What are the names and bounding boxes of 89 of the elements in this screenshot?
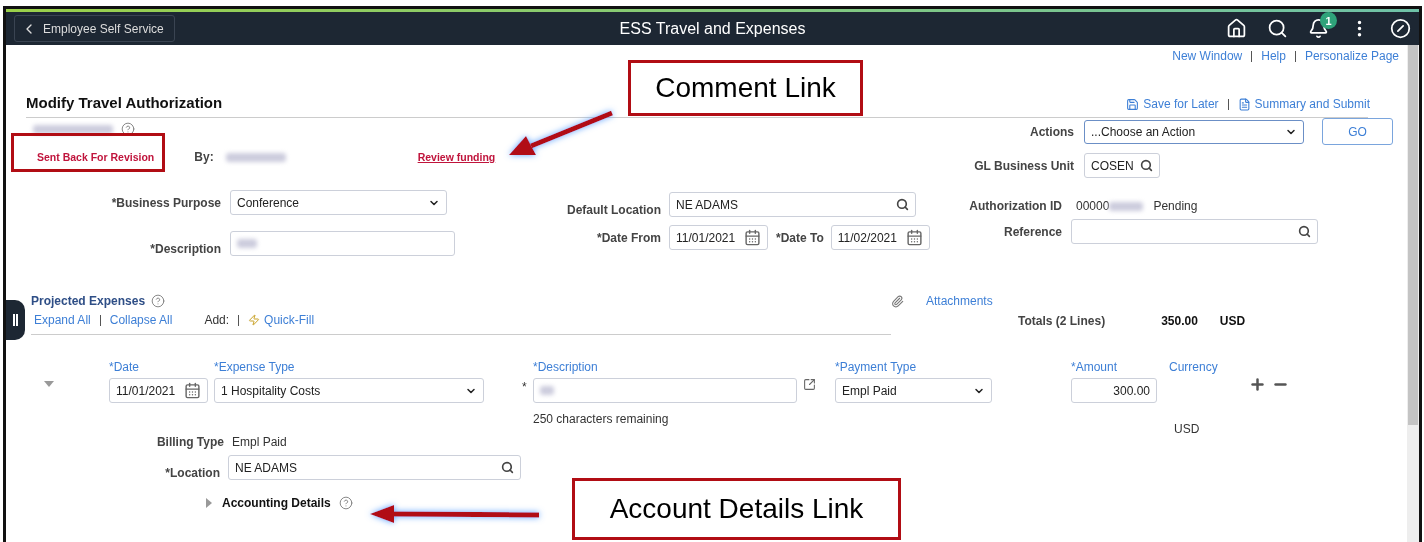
status-label: Sent Back For Revision [37,151,155,163]
search-icon[interactable] [1267,18,1288,39]
field-label: Authorization ID [968,199,1062,213]
field-label: *Date From [596,230,661,245]
required-mark: * [522,380,528,394]
review-funding-link[interactable]: Review funding [417,151,496,163]
field-label: *Description [149,242,221,256]
redacted-block [1109,201,1144,211]
page-title: Modify Travel Authorization [26,94,223,111]
scrollbar[interactable] [1407,45,1419,542]
actions-label: Actions [1029,124,1074,139]
redacted-block [225,152,286,162]
field-label: *Location [164,466,220,480]
gl-business-unit-label: GL Business Unit [973,158,1074,173]
billing-type-label: Billing Type [155,435,224,449]
help-icon[interactable] [151,294,166,308]
circle-slash-icon[interactable] [1390,18,1411,39]
top-link[interactable]: New Window [1172,49,1243,63]
business-purpose-select[interactable]: Conference [230,190,447,215]
field-label: *Date To [776,230,824,245]
location-field[interactable]: NE ADAMS [669,192,916,217]
paperclip-icon[interactable] [891,294,904,308]
app-title: ESS Travel and Expenses [619,19,806,38]
submit-link[interactable]: Summary and Submit [1237,97,1370,111]
total-currency: USD [1219,314,1246,328]
column-label: *Amount [1071,360,1119,374]
totals-label: Totals (2 Lines) [1018,314,1106,328]
column-label: Currency [1169,360,1219,374]
date-field[interactable]: 11/01/2021 [109,378,208,403]
back-button[interactable]: Employee Self Service [14,15,175,42]
search-icon[interactable] [1298,225,1311,238]
calendar-icon[interactable] [744,229,761,246]
document-icon [1237,97,1251,111]
description-field[interactable] [533,378,797,403]
popup-icon[interactable] [803,378,816,391]
location-field[interactable]: NE ADAMS [228,455,521,480]
callout-label: Comment Link [628,60,863,116]
notification-badge: 1 [1320,12,1337,29]
description-field[interactable] [230,231,455,256]
authorization-status: Pending [1153,199,1198,213]
date-field[interactable]: 11/01/2021 [669,225,768,250]
go-button[interactable]: GO [1322,118,1393,145]
expense-type-select[interactable]: 1 Hospitality Costs [214,378,484,403]
top-link[interactable]: Help [1261,49,1286,63]
add-label: Add: [204,313,230,327]
calendar-icon[interactable] [905,229,923,246]
help-icon[interactable] [121,122,135,136]
payment-type-select[interactable]: Empl Paid [835,378,992,403]
currency-value: USD [1174,422,1201,436]
amount-field[interactable]: 300.00 [1071,378,1157,403]
search-icon[interactable] [1140,159,1153,172]
accounting-details-link[interactable]: Accounting Details [222,496,331,510]
column-label: *Description [533,360,599,374]
attachments-link[interactable]: Attachments [926,294,993,308]
field-label: Reference [1002,224,1062,239]
characters-remaining: 250 characters remaining [533,412,670,426]
field-label: *Business Purpose [110,195,221,210]
total-amount: 350.00 [1161,314,1198,328]
expand-all-link[interactable]: Expand All [34,313,91,327]
search-icon[interactable] [501,461,514,474]
top-link[interactable]: Personalize Page [1304,49,1399,63]
column-label: *Date [109,360,141,374]
search-icon[interactable] [896,198,909,211]
business-unit-field[interactable]: COSEN [1084,153,1160,178]
lightning-icon [248,314,261,326]
column-label: *Expense Type [214,360,296,374]
save-icon [1126,97,1140,111]
redacted-block [540,386,554,395]
quick-fill-link[interactable]: Quick-Fill [248,313,315,327]
callout-label: Account Details Link [572,478,901,540]
section-title: Projected Expenses [31,294,146,308]
by-label: By: [194,150,214,164]
reference-field[interactable] [1071,219,1318,244]
field-label: Default Location [566,203,661,217]
billing-type-value: Empl Paid [232,435,287,449]
redacted-block [237,239,257,248]
caret-down-icon[interactable] [44,379,54,389]
collapse-all-link[interactable]: Collapse All [109,313,173,327]
caret-right-icon[interactable] [204,498,214,508]
actions-select[interactable]: ...Choose an Action [1084,119,1304,144]
help-icon[interactable] [338,496,353,510]
calendar-icon[interactable] [184,382,201,399]
authorization-id: 00000 [1076,199,1110,213]
sidebar-handle[interactable] [6,300,25,340]
save-link[interactable]: Save for Later [1126,97,1219,111]
column-label: *Payment Type [835,360,918,374]
date-field[interactable]: 11/02/2021 [830,225,930,250]
plus-icon[interactable] [1249,376,1266,393]
home-icon[interactable] [1226,18,1247,39]
